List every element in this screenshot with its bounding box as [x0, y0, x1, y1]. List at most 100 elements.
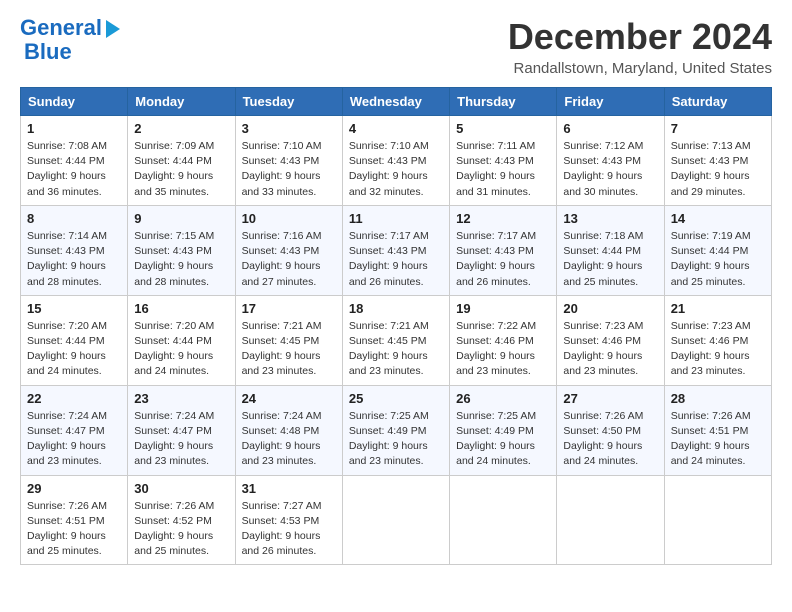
- day-info: Sunrise: 7:17 AM Sunset: 4:43 PM Dayligh…: [349, 229, 443, 290]
- day-number: 29: [27, 481, 121, 496]
- day-number: 25: [349, 391, 443, 406]
- column-header-wednesday: Wednesday: [342, 88, 449, 116]
- day-number: 9: [134, 211, 228, 226]
- day-number: 13: [563, 211, 657, 226]
- day-info: Sunrise: 7:21 AM Sunset: 4:45 PM Dayligh…: [242, 319, 336, 380]
- day-number: 2: [134, 121, 228, 136]
- day-info: Sunrise: 7:10 AM Sunset: 4:43 PM Dayligh…: [349, 139, 443, 200]
- day-info: Sunrise: 7:23 AM Sunset: 4:46 PM Dayligh…: [671, 319, 765, 380]
- column-header-monday: Monday: [128, 88, 235, 116]
- day-number: 11: [349, 211, 443, 226]
- calendar-body: 1 Sunrise: 7:08 AM Sunset: 4:44 PM Daylig…: [21, 116, 772, 565]
- day-info: Sunrise: 7:27 AM Sunset: 4:53 PM Dayligh…: [242, 499, 336, 560]
- day-info: Sunrise: 7:24 AM Sunset: 4:47 PM Dayligh…: [27, 409, 121, 470]
- day-number: 22: [27, 391, 121, 406]
- day-cell-7: 7 Sunrise: 7:13 AM Sunset: 4:43 PM Daylig…: [664, 116, 771, 206]
- day-cell-27: 27Sunrise: 7:26 AM Sunset: 4:50 PM Dayli…: [557, 385, 664, 475]
- location: Randallstown, Maryland, United States: [508, 60, 772, 77]
- day-number: 19: [456, 301, 550, 316]
- day-cell-8: 8Sunrise: 7:14 AM Sunset: 4:43 PM Daylig…: [21, 205, 128, 295]
- day-cell-17: 17 Sunrise: 7:21 AM Sunset: 4:45 PM Dayli…: [235, 295, 342, 385]
- title-block: December 2024 Randallstown, Maryland, Un…: [508, 16, 772, 77]
- day-info: Sunrise: 7:11 AM Sunset: 4:43 PM Dayligh…: [456, 139, 550, 200]
- day-info: Sunrise: 7:13 AM Sunset: 4:43 PM Dayligh…: [671, 139, 765, 200]
- day-info: Sunrise: 7:24 AM Sunset: 4:47 PM Dayligh…: [134, 409, 228, 470]
- day-info: Sunrise: 7:26 AM Sunset: 4:51 PM Dayligh…: [27, 499, 121, 560]
- day-cell-12: 12 Sunrise: 7:17 AM Sunset: 4:43 PM Dayli…: [450, 205, 557, 295]
- day-cell-31: 31 Sunrise: 7:27 AM Sunset: 4:53 PM Dayli…: [235, 475, 342, 565]
- day-number: 14: [671, 211, 765, 226]
- day-number: 3: [242, 121, 336, 136]
- column-header-friday: Friday: [557, 88, 664, 116]
- day-info: Sunrise: 7:08 AM Sunset: 4:44 PM Dayligh…: [27, 139, 121, 200]
- day-number: 5: [456, 121, 550, 136]
- day-cell-4: 4 Sunrise: 7:10 AM Sunset: 4:43 PM Daylig…: [342, 116, 449, 206]
- day-cell-21: 21 Sunrise: 7:23 AM Sunset: 4:46 PM Dayli…: [664, 295, 771, 385]
- column-header-saturday: Saturday: [664, 88, 771, 116]
- day-number: 7: [671, 121, 765, 136]
- day-number: 26: [456, 391, 550, 406]
- empty-cell: [664, 475, 771, 565]
- day-info: Sunrise: 7:19 AM Sunset: 4:44 PM Dayligh…: [671, 229, 765, 290]
- day-info: Sunrise: 7:21 AM Sunset: 4:45 PM Dayligh…: [349, 319, 443, 380]
- day-info: Sunrise: 7:25 AM Sunset: 4:49 PM Dayligh…: [456, 409, 550, 470]
- day-info: Sunrise: 7:10 AM Sunset: 4:43 PM Dayligh…: [242, 139, 336, 200]
- day-number: 4: [349, 121, 443, 136]
- day-cell-15: 15 Sunrise: 7:20 AM Sunset: 4:44 PM Dayli…: [21, 295, 128, 385]
- day-info: Sunrise: 7:16 AM Sunset: 4:43 PM Dayligh…: [242, 229, 336, 290]
- day-number: 31: [242, 481, 336, 496]
- day-cell-20: 20 Sunrise: 7:23 AM Sunset: 4:46 PM Dayli…: [557, 295, 664, 385]
- empty-cell: [557, 475, 664, 565]
- day-cell-14: 14 Sunrise: 7:19 AM Sunset: 4:44 PM Dayli…: [664, 205, 771, 295]
- day-number: 1: [27, 121, 121, 136]
- day-number: 16: [134, 301, 228, 316]
- day-info: Sunrise: 7:25 AM Sunset: 4:49 PM Dayligh…: [349, 409, 443, 470]
- week-row-1: 1 Sunrise: 7:08 AM Sunset: 4:44 PM Daylig…: [21, 116, 772, 206]
- day-number: 30: [134, 481, 228, 496]
- day-cell-26: 26 Sunrise: 7:25 AM Sunset: 4:49 PM Dayli…: [450, 385, 557, 475]
- week-row-3: 15 Sunrise: 7:20 AM Sunset: 4:44 PM Dayli…: [21, 295, 772, 385]
- day-number: 24: [242, 391, 336, 406]
- day-cell-30: 30Sunrise: 7:26 AM Sunset: 4:52 PM Dayli…: [128, 475, 235, 565]
- day-cell-2: 2Sunrise: 7:09 AM Sunset: 4:44 PM Daylig…: [128, 116, 235, 206]
- day-cell-16: 16Sunrise: 7:20 AM Sunset: 4:44 PM Dayli…: [128, 295, 235, 385]
- day-number: 27: [563, 391, 657, 406]
- day-number: 18: [349, 301, 443, 316]
- day-cell-29: 29 Sunrise: 7:26 AM Sunset: 4:51 PM Dayli…: [21, 475, 128, 565]
- column-header-sunday: Sunday: [21, 88, 128, 116]
- day-cell-6: 6Sunrise: 7:12 AM Sunset: 4:43 PM Daylig…: [557, 116, 664, 206]
- day-info: Sunrise: 7:18 AM Sunset: 4:44 PM Dayligh…: [563, 229, 657, 290]
- day-cell-22: 22 Sunrise: 7:24 AM Sunset: 4:47 PM Dayli…: [21, 385, 128, 475]
- week-row-5: 29 Sunrise: 7:26 AM Sunset: 4:51 PM Dayli…: [21, 475, 772, 565]
- empty-cell: [450, 475, 557, 565]
- day-number: 12: [456, 211, 550, 226]
- day-cell-25: 25 Sunrise: 7:25 AM Sunset: 4:49 PM Dayli…: [342, 385, 449, 475]
- day-info: Sunrise: 7:23 AM Sunset: 4:46 PM Dayligh…: [563, 319, 657, 380]
- day-cell-10: 10 Sunrise: 7:16 AM Sunset: 4:43 PM Dayli…: [235, 205, 342, 295]
- day-info: Sunrise: 7:20 AM Sunset: 4:44 PM Dayligh…: [27, 319, 121, 380]
- day-info: Sunrise: 7:14 AM Sunset: 4:43 PM Dayligh…: [27, 229, 121, 290]
- column-header-tuesday: Tuesday: [235, 88, 342, 116]
- day-info: Sunrise: 7:26 AM Sunset: 4:51 PM Dayligh…: [671, 409, 765, 470]
- logo-blue: Blue: [20, 40, 72, 64]
- day-cell-11: 11 Sunrise: 7:17 AM Sunset: 4:43 PM Dayli…: [342, 205, 449, 295]
- day-info: Sunrise: 7:22 AM Sunset: 4:46 PM Dayligh…: [456, 319, 550, 380]
- day-number: 10: [242, 211, 336, 226]
- day-number: 23: [134, 391, 228, 406]
- column-header-thursday: Thursday: [450, 88, 557, 116]
- day-number: 17: [242, 301, 336, 316]
- day-number: 6: [563, 121, 657, 136]
- day-cell-23: 23 Sunrise: 7:24 AM Sunset: 4:47 PM Dayli…: [128, 385, 235, 475]
- day-number: 20: [563, 301, 657, 316]
- logo-text: General: [20, 15, 102, 40]
- week-row-2: 8Sunrise: 7:14 AM Sunset: 4:43 PM Daylig…: [21, 205, 772, 295]
- day-number: 21: [671, 301, 765, 316]
- day-cell-3: 3 Sunrise: 7:10 AM Sunset: 4:43 PM Daylig…: [235, 116, 342, 206]
- week-row-4: 22 Sunrise: 7:24 AM Sunset: 4:47 PM Dayli…: [21, 385, 772, 475]
- calendar-header-row: SundayMondayTuesdayWednesdayThursdayFrid…: [21, 88, 772, 116]
- day-info: Sunrise: 7:17 AM Sunset: 4:43 PM Dayligh…: [456, 229, 550, 290]
- day-number: 15: [27, 301, 121, 316]
- month-year: December 2024: [508, 16, 772, 58]
- header: General Blue December 2024 Randallstown,…: [20, 16, 772, 77]
- day-cell-9: 9Sunrise: 7:15 AM Sunset: 4:43 PM Daylig…: [128, 205, 235, 295]
